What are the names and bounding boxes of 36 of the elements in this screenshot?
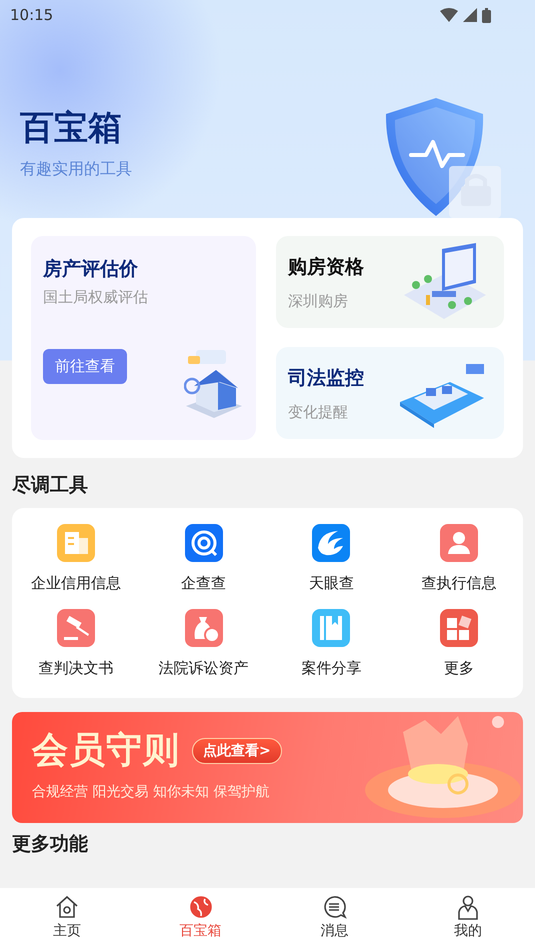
card-subtitle: 深圳购房 <box>288 292 349 310</box>
nav-tab[interactable]: 我的 <box>401 888 535 951</box>
feature-card[interactable]: 司法监控 变化提醒 <box>276 347 504 439</box>
nav-tab[interactable]: 消息 <box>268 888 402 951</box>
feature-card[interactable]: 房产评估价 国土局权威评估 前往查看 <box>31 236 256 440</box>
tool-item[interactable]: 企业信用信息 <box>12 524 140 593</box>
feature-card[interactable]: 购房资格 深圳购房 <box>276 236 504 328</box>
tool-item[interactable]: 查执行信息 <box>395 524 523 593</box>
status-time: 10:15 <box>10 6 54 24</box>
section-title: 尽调工具 <box>10 473 89 498</box>
tool-item[interactable]: 查判决文书 <box>12 609 140 678</box>
page-subtitle: 有趣实用的工具 <box>20 159 132 180</box>
tool-item[interactable]: 法院诉讼资产 <box>140 609 268 678</box>
tool-item[interactable]: 案件分享 <box>268 609 396 678</box>
signal-icon <box>463 8 477 22</box>
view-button[interactable]: 点此查看> <box>192 738 282 764</box>
nav-tab[interactable]: 主页 <box>0 888 134 951</box>
card-subtitle: 变化提醒 <box>288 402 349 422</box>
wifi-icon <box>440 8 458 22</box>
tool-item[interactable]: 天眼查 <box>268 524 396 593</box>
card-title: 房产评估价 <box>43 257 138 282</box>
battery-icon <box>482 8 491 22</box>
globe-icon <box>188 894 214 920</box>
card-subtitle: 国土局权威评估 <box>43 288 148 307</box>
section-title: 更多功能 <box>11 832 89 857</box>
home-icon <box>54 894 80 920</box>
page-title: 百宝箱 <box>20 107 123 150</box>
nav-tab[interactable]: 百宝箱 <box>134 888 268 951</box>
view-button[interactable]: 前往查看 <box>43 349 127 384</box>
tool-item[interactable]: 更多 <box>395 609 523 678</box>
tool-item[interactable]: 企查查 <box>140 524 268 593</box>
card-title: 购房资格 <box>288 254 364 280</box>
banner-title: 会员守则 <box>32 729 180 773</box>
member-banner[interactable]: 会员守则 点此查看> 合规经营 阳光交易 知你未知 保驾护航 <box>12 712 523 823</box>
card-title: 司法监控 <box>288 366 364 390</box>
banner-slogan: 合规经营 阳光交易 知你未知 保驾护航 <box>32 783 270 801</box>
